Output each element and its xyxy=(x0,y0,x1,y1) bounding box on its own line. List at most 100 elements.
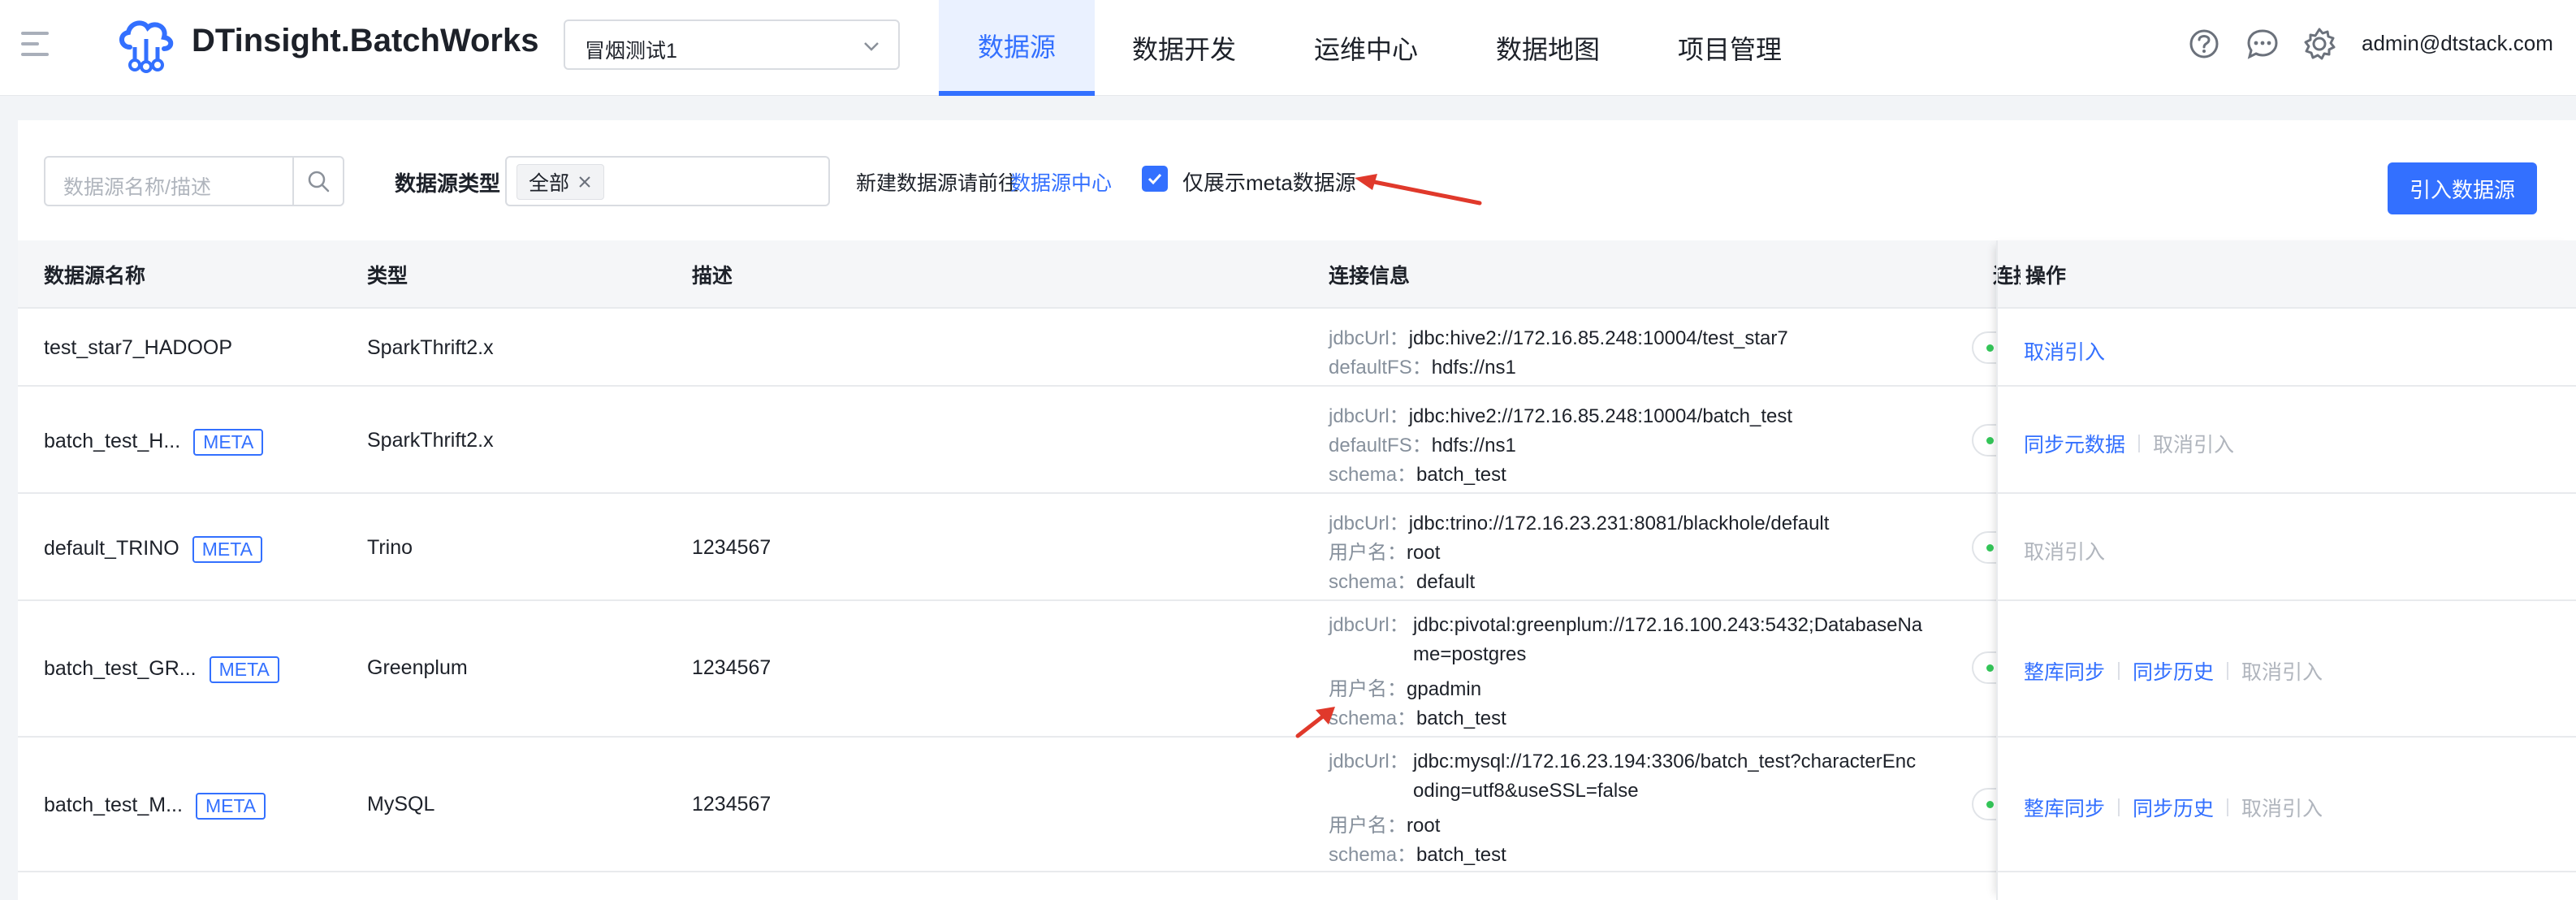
column-header-connection: 连接信息 xyxy=(1329,265,1411,288)
annotation-arrow-icon xyxy=(1355,174,1482,206)
action-divider xyxy=(2118,662,2120,680)
row-conn-line: jdbcUrl：jdbc:hive2://172.16.85.248:10004… xyxy=(1329,322,1788,350)
user-account[interactable]: admin@dtstack.com xyxy=(2362,31,2553,56)
message-icon[interactable] xyxy=(2245,26,2280,62)
meta-badge: META xyxy=(193,429,264,456)
column-header-name: 数据源名称 xyxy=(44,265,146,288)
close-icon[interactable] xyxy=(577,175,592,189)
row-conn-line: jdbcUrl： jdbc:pivotal:greenplum://172.16.… xyxy=(1329,611,1925,669)
gear-icon[interactable] xyxy=(2302,26,2337,62)
nav-tab-operations[interactable]: 运维中心 xyxy=(1291,0,1441,96)
cancel-import-link[interactable]: 取消引入 xyxy=(2241,656,2323,686)
meta-only-checkbox[interactable] xyxy=(1142,166,1168,192)
nav-tab-datasource[interactable]: 数据源 xyxy=(939,0,1095,96)
status-dot-icon xyxy=(1986,344,1994,352)
help-icon[interactable] xyxy=(2186,26,2222,62)
row-type: Trino xyxy=(367,536,413,559)
action-divider xyxy=(2227,798,2229,816)
status-indicator xyxy=(1972,788,1996,820)
cancel-import-link[interactable]: 取消引入 xyxy=(2153,429,2234,458)
conn-value: jdbc:pivotal:greenplum://172.16.100.243:… xyxy=(1413,614,1923,665)
column-header-desc: 描述 xyxy=(692,265,733,288)
status-dot-icon xyxy=(1986,544,1994,552)
conn-key: jdbcUrl： xyxy=(1329,405,1409,427)
conn-value: batch_test xyxy=(1416,844,1506,866)
conn-key: schema： xyxy=(1329,844,1417,866)
top-header: DTinsight.BatchWorks 冒烟测试1 数据源 数据开发 运维中心… xyxy=(0,0,2576,96)
table-row: batch_test_M... META MySQL 1234567 jdbcUr… xyxy=(18,738,2576,872)
row-actions: 取消引入 xyxy=(2024,336,2105,366)
cancel-import-link[interactable]: 取消引入 xyxy=(2024,536,2105,565)
row-conn-line: jdbcUrl：jdbc:hive2://172.16.85.248:10004… xyxy=(1329,400,1792,428)
row-conn-line: jdbcUrl：jdbc:trino://172.16.23.231:8081/… xyxy=(1329,507,1829,535)
status-dot-icon xyxy=(1986,437,1994,444)
column-header-status: 连接 xyxy=(1993,265,2021,288)
conn-key: defaultFS： xyxy=(1329,435,1432,456)
conn-key: jdbcUrl： xyxy=(1329,614,1409,636)
cloud-logo-icon xyxy=(119,20,174,73)
action-divider xyxy=(2227,662,2229,680)
conn-value: hdfs://ns1 xyxy=(1431,357,1516,379)
sync-history-link[interactable]: 同步历史 xyxy=(2133,656,2214,686)
content-panel: 数据源名称/描述 数据源类型 全部 新建数据源请前往 数据源中心 仅展示meta… xyxy=(18,120,2576,900)
search-input[interactable]: 数据源名称/描述 xyxy=(44,156,344,206)
sync-metadata-link[interactable]: 同步元数据 xyxy=(2024,429,2125,458)
project-select[interactable]: 冒烟测试1 xyxy=(564,19,900,70)
row-conn-line: schema：batch_test xyxy=(1329,702,1506,730)
app-root: DTinsight.BatchWorks 冒烟测试1 数据源 数据开发 运维中心… xyxy=(0,0,2576,900)
search-icon xyxy=(308,171,330,193)
conn-value: jdbc:hive2://172.16.85.248:10004/batch_t… xyxy=(1408,405,1793,427)
row-actions: 整库同步 同步历史 取消引入 xyxy=(2024,793,2323,822)
type-filter-select[interactable]: 全部 xyxy=(505,156,830,206)
row-conn-line: defaultFS：hdfs://ns1 xyxy=(1329,351,1516,379)
cancel-import-link[interactable]: 取消引入 xyxy=(2024,336,2105,366)
meta-only-label[interactable]: 仅展示meta数据源 xyxy=(1182,167,1356,197)
row-conn-line: schema：default xyxy=(1329,565,1475,594)
table-row: default_TRINO META Trino 1234567 jdbcUrl：… xyxy=(18,494,2576,601)
full-db-sync-link[interactable]: 整库同步 xyxy=(2024,793,2105,822)
row-name-text: batch_test_GR... xyxy=(44,657,197,681)
type-filter-tag: 全部 xyxy=(516,164,605,200)
conn-key: schema： xyxy=(1329,707,1417,729)
type-filter-tag-label: 全部 xyxy=(529,172,570,195)
conn-value: root xyxy=(1407,542,1441,564)
conn-value: jdbc:trino://172.16.23.231:8081/blackhol… xyxy=(1408,513,1830,534)
row-type: SparkThrift2.x xyxy=(367,336,494,359)
row-desc: 1234567 xyxy=(692,536,772,559)
search-button[interactable] xyxy=(292,158,343,205)
datasource-center-link[interactable]: 数据源中心 xyxy=(1010,167,1112,197)
row-conn-line: schema：batch_test xyxy=(1329,838,1506,867)
nav-tab-project[interactable]: 项目管理 xyxy=(1655,0,1804,96)
import-datasource-button[interactable]: 引入数据源 xyxy=(2388,162,2537,214)
conn-key: schema： xyxy=(1329,571,1417,593)
row-conn-line: 用户名：gpadmin xyxy=(1329,673,1481,701)
nav-tab-development[interactable]: 数据开发 xyxy=(1109,0,1259,96)
row-conn-line: defaultFS：hdfs://ns1 xyxy=(1329,429,1516,457)
row-name: batch_test_H... META xyxy=(44,429,264,456)
conn-key: schema： xyxy=(1329,464,1417,486)
nav-tab-datamap[interactable]: 数据地图 xyxy=(1473,0,1623,96)
status-dot-icon xyxy=(1986,801,1994,808)
row-actions: 取消引入 xyxy=(2024,536,2105,565)
row-type: Greenplum xyxy=(367,656,468,679)
menu-icon[interactable] xyxy=(21,28,54,60)
conn-key: jdbcUrl： xyxy=(1329,513,1409,534)
conn-value: jdbc:mysql://172.16.23.194:3306/batch_te… xyxy=(1413,751,1917,802)
row-name-text: default_TRINO xyxy=(44,537,179,560)
row-desc: 1234567 xyxy=(692,656,772,679)
conn-key: jdbcUrl： xyxy=(1329,751,1409,772)
full-db-sync-link[interactable]: 整库同步 xyxy=(2024,656,2105,686)
row-desc: 1234567 xyxy=(692,793,772,816)
table-row: batch_test_H... META SparkThrift2.x jdbcU… xyxy=(18,387,2576,494)
row-type: SparkThrift2.x xyxy=(367,429,494,452)
row-name-text: test_star7_HADOOP xyxy=(44,336,233,359)
row-name: batch_test_M... META xyxy=(44,793,266,820)
status-indicator xyxy=(1972,531,1996,564)
cancel-import-link[interactable]: 取消引入 xyxy=(2241,793,2323,822)
meta-badge: META xyxy=(209,656,279,683)
sync-history-link[interactable]: 同步历史 xyxy=(2133,793,2214,822)
status-indicator xyxy=(1972,651,1996,684)
conn-value: hdfs://ns1 xyxy=(1431,435,1516,456)
row-name: batch_test_GR... META xyxy=(44,656,279,683)
action-divider xyxy=(2138,435,2141,452)
